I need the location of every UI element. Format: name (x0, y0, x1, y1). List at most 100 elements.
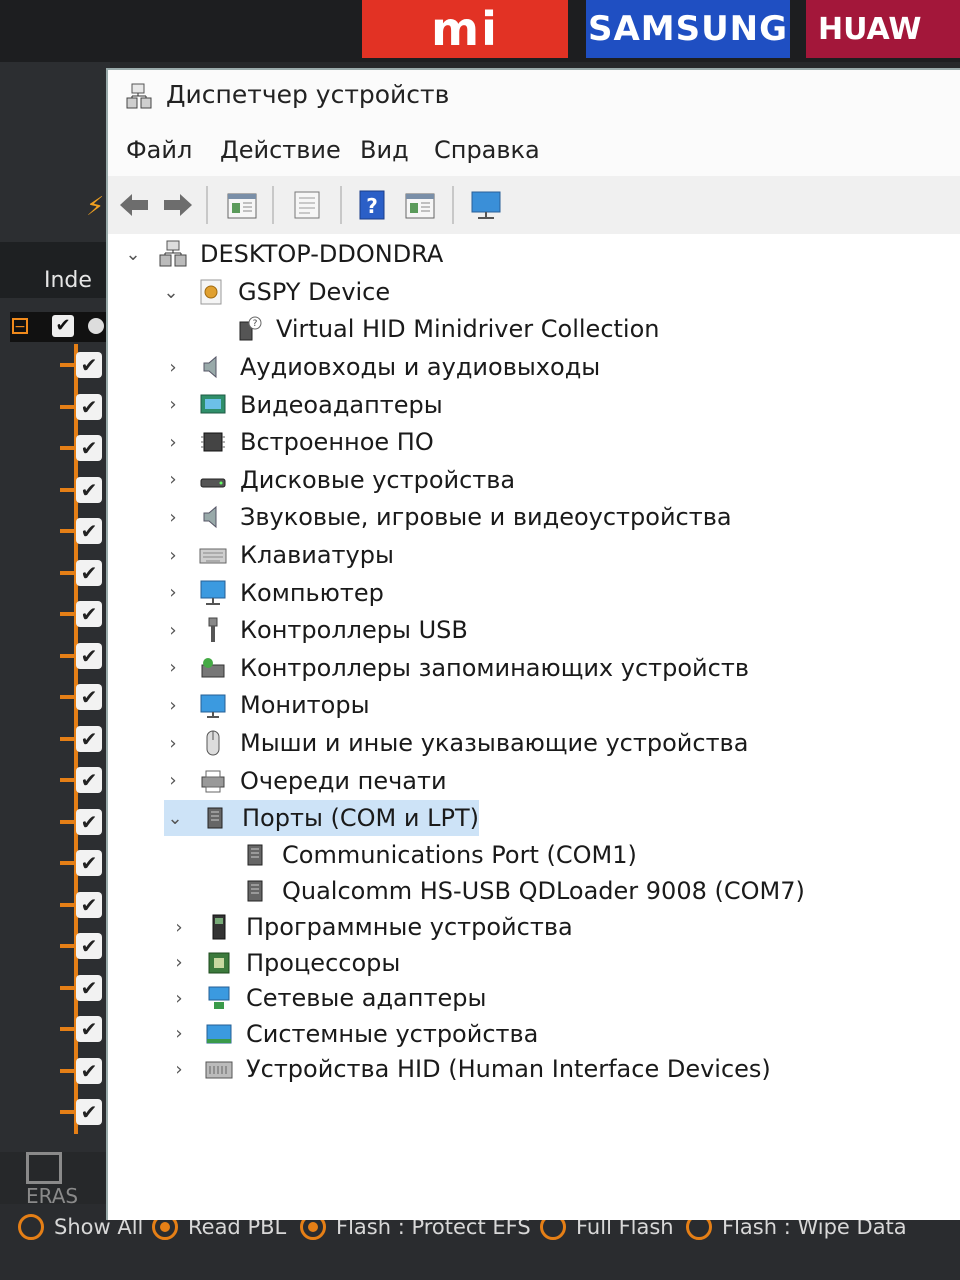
partition-checkbox[interactable]: ✔ (76, 767, 102, 793)
device-tree: ⌄ DESKTOP-DDONDRA ⌄ GSPY Device? Virtual HID… (108, 234, 960, 1220)
tree-category-6[interactable]: › Компьютер (162, 575, 383, 611)
partition-checkbox[interactable]: ✔ (76, 684, 102, 710)
chevron-down-icon[interactable]: ⌄ (164, 807, 186, 829)
chevron-right-icon[interactable]: › (168, 916, 190, 938)
partition-checkbox[interactable]: ✔ (76, 850, 102, 876)
tree-category-8[interactable]: › Контроллеры запоминающих устройств (162, 650, 749, 686)
tree-category-after-3[interactable]: › Системные устройства (168, 1016, 538, 1052)
computer-icon (200, 580, 226, 605)
chevron-right-icon[interactable]: › (168, 952, 190, 974)
tree-category-5[interactable]: › Клавиатуры (162, 537, 394, 573)
chevron-right-icon[interactable]: › (162, 506, 184, 528)
tree-category-0[interactable]: › Аудиовходы и аудиовыходы (162, 349, 600, 385)
chevron-right-icon[interactable]: › (168, 1023, 190, 1045)
erase-icon (26, 1152, 62, 1184)
partition-checkbox[interactable]: ✔ (76, 642, 102, 669)
forward-arrow-icon[interactable] (160, 188, 196, 222)
brand-tab-xiaomi[interactable]: mi (362, 0, 568, 58)
tree-category-11[interactable]: › Очереди печати (162, 763, 446, 799)
brand-tab-huawei-label: HUAW (818, 11, 922, 47)
chevron-right-icon[interactable]: › (162, 770, 184, 792)
chevron-right-icon[interactable]: › (168, 1058, 190, 1080)
hid-icon: ? (239, 316, 262, 341)
partition-checkbox[interactable]: ✔ (76, 559, 102, 586)
speaker-icon (203, 506, 217, 529)
partition-checkbox[interactable]: ✔ (76, 974, 102, 1001)
tree-category-10[interactable]: › Мыши и иные указывающие устройства (162, 725, 748, 761)
scan-hardware-icon[interactable] (468, 188, 504, 222)
tree-category-after-4[interactable]: › Устройства HID (Human Interface Devices… (168, 1051, 770, 1087)
tree-node-computer[interactable]: ⌄ DESKTOP-DDONDRA (122, 236, 443, 272)
properties-icon[interactable] (224, 188, 260, 222)
chevron-right-icon[interactable]: › (162, 431, 184, 453)
brand-tab-huawei[interactable]: HUAW (806, 0, 960, 58)
partition-checkbox[interactable]: ✔ (76, 435, 102, 461)
gear-icon (200, 279, 222, 305)
svg-text:?: ? (253, 319, 258, 329)
lightning-bolt-icon: ⚡ (86, 192, 105, 222)
collapse-icon[interactable]: − (12, 318, 28, 334)
partition-checkbox[interactable]: ✔ (76, 518, 102, 544)
tree-category-2[interactable]: › Встроенное ПО (162, 424, 433, 460)
system-icon (206, 1024, 232, 1044)
partition-checkbox[interactable]: ✔ (76, 1057, 102, 1084)
partition-checkbox[interactable]: ✔ (76, 725, 102, 752)
tree-node-port-0[interactable]: Communications Port (COM1) (204, 837, 637, 873)
menu-help[interactable]: Справка (434, 136, 540, 164)
partition-tree-root[interactable]: − ✔ (10, 312, 110, 342)
chevron-down-icon[interactable]: ⌄ (160, 281, 182, 303)
partition-checkbox[interactable]: ✔ (76, 1099, 102, 1125)
tree-branch-tick (60, 778, 76, 782)
chevron-right-icon[interactable]: › (162, 732, 184, 754)
brand-tab-samsung[interactable]: SAMSUNG (586, 0, 790, 58)
chevron-right-icon[interactable]: › (168, 987, 190, 1009)
partition-checkbox[interactable]: ✔ (76, 808, 102, 835)
menu-bar: Файл Действие Вид Справка (108, 124, 960, 176)
tree-branch-tick (60, 944, 76, 948)
partition-checkbox[interactable]: ✔ (76, 1016, 102, 1042)
mouse-icon (206, 730, 220, 756)
tree-category-4[interactable]: › Звуковые, игровые и видеоустройства (162, 499, 731, 535)
erase-button[interactable]: ERAS (26, 1152, 116, 1208)
radio-show-all[interactable] (18, 1214, 44, 1240)
display-icon (200, 394, 226, 414)
partition-checkbox[interactable]: ✔ (76, 601, 102, 627)
title-bar[interactable]: Диспетчер устройств (108, 70, 960, 124)
chevron-right-icon[interactable]: › (162, 582, 184, 604)
partition-checkbox[interactable]: ✔ (76, 891, 102, 918)
chevron-right-icon[interactable]: › (162, 469, 184, 491)
tree-category-after-2[interactable]: › Сетевые адаптеры (168, 980, 486, 1016)
show-hidden-icon[interactable] (290, 188, 326, 222)
partition-checkbox[interactable]: ✔ (76, 476, 102, 503)
back-arrow-icon[interactable] (116, 188, 152, 222)
tree-category-9[interactable]: › Мониторы (162, 687, 369, 723)
tree-node-virtual-hid[interactable]: ? Virtual HID Minidriver Collection (198, 311, 659, 347)
partition-checkbox[interactable]: ✔ (76, 352, 102, 378)
menu-view[interactable]: Вид (360, 136, 409, 164)
tree-category-1[interactable]: › Видеоадаптеры (162, 387, 442, 423)
partition-checkbox[interactable]: ✔ (76, 393, 102, 420)
partition-checkbox[interactable]: ✔ (76, 933, 102, 959)
menu-file[interactable]: Файл (126, 136, 192, 164)
chevron-right-icon[interactable]: › (162, 694, 184, 716)
tree-category-after-0[interactable]: › Программные устройства (168, 909, 572, 945)
chevron-right-icon[interactable]: › (162, 619, 184, 641)
chevron-right-icon[interactable]: › (162, 544, 184, 566)
tree-node-gspy-device[interactable]: ⌄ GSPY Device (160, 274, 390, 310)
svg-text:?: ? (366, 194, 378, 218)
tree-category-3[interactable]: › Дисковые устройства (162, 462, 515, 498)
tree-node-label: Порты (COM и LPT) (242, 804, 479, 833)
chevron-right-icon[interactable]: › (162, 394, 184, 416)
help-icon[interactable]: ? (354, 188, 390, 222)
tree-category-7[interactable]: › Контроллеры USB (162, 612, 467, 648)
tree-category-after-1[interactable]: › Процессоры (168, 945, 400, 981)
tree-category-ports[interactable]: ⌄ Порты (COM и LPT) (164, 800, 479, 837)
chevron-right-icon[interactable]: › (162, 657, 184, 679)
tree-branch-tick (60, 446, 76, 450)
menu-action[interactable]: Действие (220, 136, 341, 164)
select-all-checkbox[interactable]: ✔ (52, 315, 74, 337)
chevron-down-icon[interactable]: ⌄ (122, 243, 144, 265)
chevron-right-icon[interactable]: › (162, 356, 184, 378)
tree-node-port-1[interactable]: Qualcomm HS-USB QDLoader 9008 (COM7) (204, 873, 805, 909)
update-driver-icon[interactable] (402, 188, 438, 222)
